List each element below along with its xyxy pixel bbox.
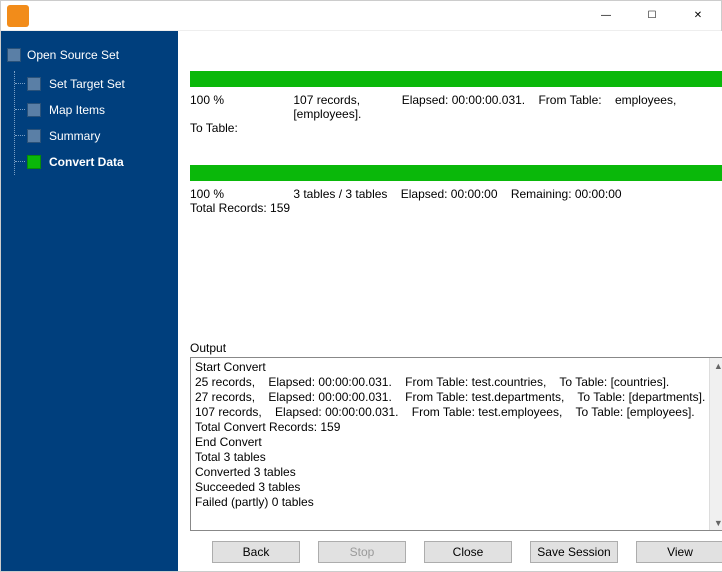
sidebar-item-map-items[interactable]: Map Items [27, 97, 172, 123]
square-icon [27, 155, 41, 169]
progress-remaining: Remaining: 00:00:00 [511, 187, 622, 201]
window-controls: — ☐ ✕ [583, 1, 721, 31]
scroll-up-icon[interactable]: ▲ [710, 358, 722, 373]
wizard-tree: Open Source Set Set Target Set Map Items… [7, 43, 172, 175]
progress-percent: 100 % [190, 187, 280, 201]
close-button[interactable]: Close [424, 541, 512, 563]
body: Open Source Set Set Target Set Map Items… [1, 31, 721, 571]
square-icon [27, 129, 41, 143]
window: — ☐ ✕ Open Source Set Set Target Set [0, 0, 722, 572]
save-session-button[interactable]: Save Session [530, 541, 618, 563]
progress-bar-overall [190, 165, 722, 181]
progress-from-value: employees, [615, 93, 676, 107]
progress-from-label: From Table: [538, 93, 601, 107]
progress-overall: 100 % 3 tables / 3 tables Elapsed: 00:00… [190, 165, 722, 215]
square-icon [27, 77, 41, 91]
sidebar-item-convert-data[interactable]: Convert Data [27, 149, 172, 175]
progress-bar-table [190, 71, 722, 87]
tree-root[interactable]: Open Source Set [7, 43, 172, 67]
progress-elapsed: Elapsed: 00:00:00 [401, 187, 498, 201]
back-button[interactable]: Back [212, 541, 300, 563]
view-button[interactable]: View [636, 541, 722, 563]
progress-total-records: Total Records: 159 [190, 201, 290, 215]
output-textarea[interactable]: Start Convert 25 records, Elapsed: 00:00… [190, 357, 722, 531]
scroll-down-icon[interactable]: ▼ [710, 515, 722, 530]
square-icon [7, 48, 21, 62]
maximize-button[interactable]: ☐ [629, 1, 675, 31]
sidebar-item-label: Convert Data [49, 155, 124, 169]
sidebar-item-label: Map Items [49, 103, 105, 117]
tree-root-label: Open Source Set [27, 48, 119, 62]
close-window-button[interactable]: ✕ [675, 1, 721, 31]
progress-tables: 3 tables / 3 tables [293, 187, 387, 201]
footer-buttons: Back Stop Close Save Session View [190, 531, 722, 563]
stop-button: Stop [318, 541, 406, 563]
progress-current-table: 100 % 107 records, [employees]. Elapsed:… [190, 71, 722, 135]
progress-to-label: To Table: [190, 121, 238, 135]
progress-records: 107 records, [employees]. [293, 93, 388, 121]
sidebar: Open Source Set Set Target Set Map Items… [1, 31, 178, 571]
scrollbar[interactable]: ▲ ▼ [709, 358, 722, 530]
titlebar: — ☐ ✕ [1, 1, 721, 31]
output-text: Start Convert 25 records, Elapsed: 00:00… [191, 358, 709, 530]
sidebar-item-set-target[interactable]: Set Target Set [27, 71, 172, 97]
sidebar-item-label: Summary [49, 129, 100, 143]
sidebar-item-label: Set Target Set [49, 77, 125, 91]
minimize-button[interactable]: — [583, 1, 629, 31]
progress-percent: 100 % [190, 93, 280, 107]
progress-info-table: 100 % 107 records, [employees]. Elapsed:… [190, 91, 722, 135]
output-label: Output [190, 331, 722, 355]
scroll-track[interactable] [710, 373, 722, 515]
sidebar-item-summary[interactable]: Summary [27, 123, 172, 149]
app-icon [7, 5, 29, 27]
progress-elapsed: Elapsed: 00:00:00.031. [402, 93, 525, 107]
main-panel: 100 % 107 records, [employees]. Elapsed:… [178, 31, 722, 571]
square-icon [27, 103, 41, 117]
progress-info-overall: 100 % 3 tables / 3 tables Elapsed: 00:00… [190, 185, 722, 215]
